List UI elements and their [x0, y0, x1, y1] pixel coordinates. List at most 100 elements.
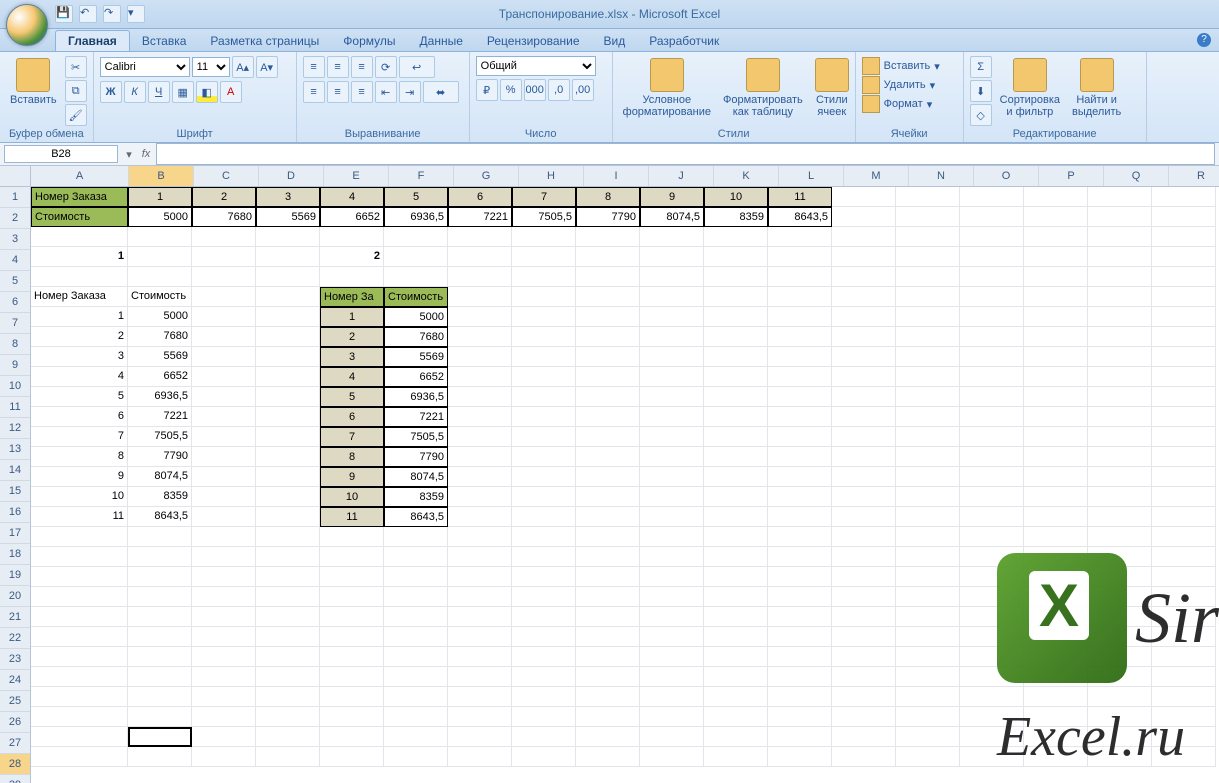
cell-H22[interactable]: [512, 607, 576, 627]
cell-M16[interactable]: [832, 487, 896, 507]
cell-F2[interactable]: 6936,5: [384, 207, 448, 227]
cell-H7[interactable]: [512, 307, 576, 327]
align-bottom-icon[interactable]: ≡: [351, 56, 373, 78]
cell-G13[interactable]: [448, 427, 512, 447]
cell-N21[interactable]: [896, 587, 960, 607]
cell-A26[interactable]: [31, 687, 128, 707]
cell-J7[interactable]: [640, 307, 704, 327]
cell-G24[interactable]: [448, 647, 512, 667]
cell-I3[interactable]: [576, 227, 640, 247]
undo-icon[interactable]: ↶: [79, 5, 97, 23]
cell-J15[interactable]: [640, 467, 704, 487]
cell-D8[interactable]: [256, 327, 320, 347]
cell-R28[interactable]: [1152, 727, 1216, 747]
cell-P14[interactable]: [1024, 447, 1088, 467]
cell-Q1[interactable]: [1088, 187, 1152, 207]
cell-G28[interactable]: [448, 727, 512, 747]
format-cells-button[interactable]: Формат ▾: [862, 95, 957, 113]
cell-H10[interactable]: [512, 367, 576, 387]
cell-I20[interactable]: [576, 567, 640, 587]
cell-C3[interactable]: [192, 227, 256, 247]
cell-E6[interactable]: Номер За: [320, 287, 384, 307]
cell-Q9[interactable]: [1088, 347, 1152, 367]
cell-M14[interactable]: [832, 447, 896, 467]
row-header-3[interactable]: 3: [0, 229, 30, 250]
bold-button[interactable]: Ж: [100, 81, 122, 103]
cell-E5[interactable]: [320, 267, 384, 287]
cell-I14[interactable]: [576, 447, 640, 467]
cell-J8[interactable]: [640, 327, 704, 347]
cell-P3[interactable]: [1024, 227, 1088, 247]
cell-K2[interactable]: 8359: [704, 207, 768, 227]
comma-icon[interactable]: 000: [524, 79, 546, 101]
cell-R2[interactable]: [1152, 207, 1216, 227]
save-icon[interactable]: 💾: [55, 5, 73, 23]
cell-P21[interactable]: [1024, 587, 1088, 607]
cell-L17[interactable]: [768, 507, 832, 527]
cell-L19[interactable]: [768, 547, 832, 567]
cell-D13[interactable]: [256, 427, 320, 447]
cell-Q10[interactable]: [1088, 367, 1152, 387]
cell-I8[interactable]: [576, 327, 640, 347]
cell-Q11[interactable]: [1088, 387, 1152, 407]
row-header-19[interactable]: 19: [0, 565, 30, 586]
cell-C25[interactable]: [192, 667, 256, 687]
cell-H14[interactable]: [512, 447, 576, 467]
cell-F26[interactable]: [384, 687, 448, 707]
tab-review[interactable]: Рецензирование: [475, 31, 592, 51]
cell-G3[interactable]: [448, 227, 512, 247]
cell-Q17[interactable]: [1088, 507, 1152, 527]
name-box-dropdown-icon[interactable]: ▾: [122, 148, 136, 161]
cell-O29[interactable]: [960, 747, 1024, 767]
cell-Q3[interactable]: [1088, 227, 1152, 247]
tab-view[interactable]: Вид: [592, 31, 638, 51]
cell-I21[interactable]: [576, 587, 640, 607]
cell-H9[interactable]: [512, 347, 576, 367]
cell-J20[interactable]: [640, 567, 704, 587]
cell-R1[interactable]: [1152, 187, 1216, 207]
currency-icon[interactable]: ₽: [476, 79, 498, 101]
cell-K27[interactable]: [704, 707, 768, 727]
cell-C15[interactable]: [192, 467, 256, 487]
cell-K17[interactable]: [704, 507, 768, 527]
cell-M24[interactable]: [832, 647, 896, 667]
cell-I6[interactable]: [576, 287, 640, 307]
col-header-E[interactable]: E: [324, 166, 389, 186]
cell-M11[interactable]: [832, 387, 896, 407]
cell-Q24[interactable]: [1088, 647, 1152, 667]
cell-B7[interactable]: 5000: [128, 307, 192, 327]
cell-E26[interactable]: [320, 687, 384, 707]
cell-I1[interactable]: 8: [576, 187, 640, 207]
cell-A12[interactable]: 6: [31, 407, 128, 427]
cell-N20[interactable]: [896, 567, 960, 587]
cell-K23[interactable]: [704, 627, 768, 647]
cell-B10[interactable]: 6652: [128, 367, 192, 387]
cell-P7[interactable]: [1024, 307, 1088, 327]
cell-B25[interactable]: [128, 667, 192, 687]
copy-icon[interactable]: ⧉: [65, 80, 87, 102]
cell-N25[interactable]: [896, 667, 960, 687]
cell-L10[interactable]: [768, 367, 832, 387]
cell-G9[interactable]: [448, 347, 512, 367]
cell-styles-button[interactable]: Стили ячеек: [811, 56, 853, 120]
cell-E19[interactable]: [320, 547, 384, 567]
cell-F6[interactable]: Стоимость: [384, 287, 448, 307]
format-as-table-button[interactable]: Форматировать как таблицу: [719, 56, 807, 120]
cell-D5[interactable]: [256, 267, 320, 287]
font-color-button[interactable]: A: [220, 81, 242, 103]
cell-L14[interactable]: [768, 447, 832, 467]
cell-D19[interactable]: [256, 547, 320, 567]
cell-C6[interactable]: [192, 287, 256, 307]
cell-D3[interactable]: [256, 227, 320, 247]
cell-R5[interactable]: [1152, 267, 1216, 287]
cell-O6[interactable]: [960, 287, 1024, 307]
cell-H17[interactable]: [512, 507, 576, 527]
cell-O11[interactable]: [960, 387, 1024, 407]
indent-inc-icon[interactable]: ⇥: [399, 81, 421, 103]
cell-Q6[interactable]: [1088, 287, 1152, 307]
cell-Q16[interactable]: [1088, 487, 1152, 507]
cell-L22[interactable]: [768, 607, 832, 627]
cell-K5[interactable]: [704, 267, 768, 287]
cell-P15[interactable]: [1024, 467, 1088, 487]
cell-N26[interactable]: [896, 687, 960, 707]
